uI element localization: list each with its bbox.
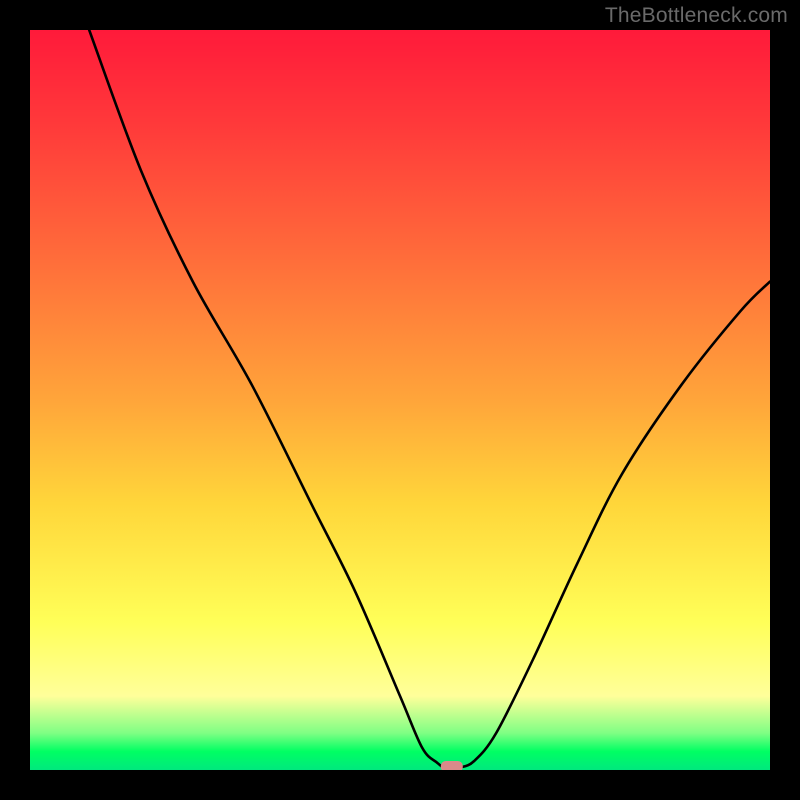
chart-frame: TheBottleneck.com	[0, 0, 800, 800]
plot-area	[30, 30, 770, 770]
curve-svg	[30, 30, 770, 770]
optimum-marker	[441, 761, 463, 770]
bottleneck-curve	[89, 30, 770, 770]
watermark-text: TheBottleneck.com	[605, 4, 788, 28]
